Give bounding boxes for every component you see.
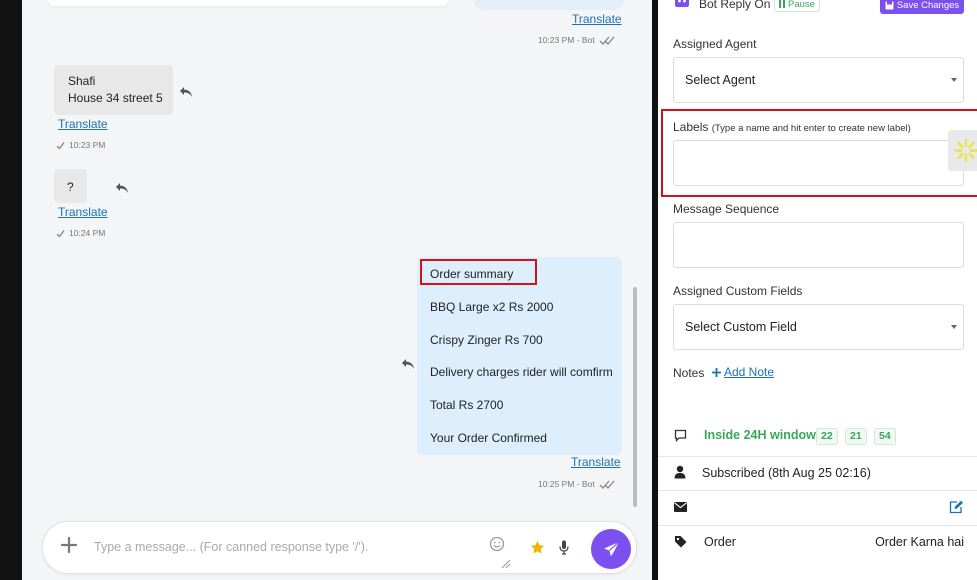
incoming-message-bubble: Shafi House 34 street 5	[54, 65, 173, 115]
send-icon	[603, 541, 619, 556]
previous-outgoing-bubble-edge	[474, 0, 624, 10]
divider	[658, 456, 977, 457]
message-input[interactable]: Type a message... (For canned response t…	[94, 540, 368, 554]
assigned-agent-value: Select Agent	[685, 73, 756, 87]
chat-scrollbar[interactable]	[633, 287, 637, 507]
message-line: House 34 street 5	[68, 91, 163, 105]
order-field-value: Order Karna hai	[875, 535, 964, 549]
tag-icon	[675, 536, 687, 548]
reply-icon[interactable]	[115, 182, 129, 194]
message-time: 10:24 PM	[69, 228, 106, 238]
order-field-label: Order	[704, 535, 736, 549]
star-icon[interactable]	[530, 540, 545, 555]
side-widget-tab[interactable]	[948, 130, 977, 171]
divider	[658, 490, 977, 491]
message-line: BBQ Large x2 Rs 2000	[430, 300, 554, 314]
send-button[interactable]	[591, 529, 631, 569]
add-note-link[interactable]: Add Note	[711, 365, 774, 379]
translate-link[interactable]: Translate	[571, 455, 621, 469]
message-time: 10:25 PM - Bot	[538, 479, 595, 489]
divider	[658, 525, 977, 526]
check-icon	[56, 141, 65, 149]
save-changes-button[interactable]: Save Changes	[880, 0, 964, 14]
save-changes-label: Save Changes	[896, 0, 960, 11]
subscribed-status: Subscribed (8th Aug 25 02:16)	[702, 466, 871, 480]
count-badge: 22	[816, 428, 838, 445]
custom-field-value: Select Custom Field	[685, 320, 797, 334]
dropdown-caret-icon	[951, 325, 957, 329]
microphone-icon[interactable]	[559, 540, 569, 555]
envelope-icon	[674, 502, 687, 512]
message-meta: 10:24 PM	[56, 228, 105, 238]
previous-message-edge	[48, 0, 448, 6]
outgoing-message-bubble: Order summary BBQ Large x2 Rs 2000 Crisp…	[417, 257, 622, 455]
chat-area: Translate 10:23 PM - Bot Shafi House 34 …	[22, 0, 652, 580]
message-line: Total Rs 2700	[430, 398, 504, 412]
message-line: Order summary	[430, 267, 514, 281]
contact-details-panel: Bot Reply On Pause Save Changes Assigned…	[658, 0, 977, 580]
message-composer: Type a message... (For canned response t…	[42, 521, 637, 574]
check-icon	[56, 229, 65, 237]
translate-link[interactable]: Translate	[572, 12, 622, 26]
message-line: Your Order Confirmed	[430, 431, 547, 445]
incoming-message-bubble: ?	[54, 169, 87, 203]
bot-icon	[675, 0, 689, 7]
message-sequence-label: Message Sequence	[673, 202, 780, 216]
emoji-icon[interactable]	[489, 536, 505, 552]
notes-label: Notes	[673, 366, 705, 380]
user-icon	[674, 465, 686, 479]
save-icon	[885, 1, 894, 9]
edit-icon[interactable]	[949, 500, 964, 514]
labels-input[interactable]	[673, 140, 964, 186]
message-meta: 10:23 PM	[56, 140, 105, 150]
message-meta: 10:25 PM - Bot	[538, 479, 616, 489]
assigned-agent-label: Assigned Agent	[673, 37, 757, 51]
message-text: ?	[67, 180, 74, 194]
message-sequence-input[interactable]	[673, 222, 964, 268]
reply-icon[interactable]	[179, 86, 193, 98]
double-check-icon	[599, 480, 615, 489]
pause-button[interactable]: Pause	[774, 0, 820, 12]
message-meta: 10:23 PM - Bot	[538, 35, 616, 45]
sunburst-icon	[954, 138, 977, 163]
count-badge: 54	[874, 428, 896, 445]
pause-label: Pause	[788, 0, 815, 10]
resize-grip-icon[interactable]	[501, 559, 511, 569]
pause-icon	[779, 0, 785, 8]
labels-title: Labels	[673, 120, 709, 134]
double-check-icon	[599, 36, 615, 45]
message-time: 10:23 PM - Bot	[538, 35, 595, 45]
bot-reply-status: Bot Reply On	[699, 0, 771, 11]
dropdown-caret-icon	[951, 78, 957, 82]
custom-fields-label: Assigned Custom Fields	[673, 284, 803, 298]
message-line: Crispy Zinger Rs 700	[430, 333, 543, 347]
custom-field-select[interactable]: Select Custom Field	[673, 304, 964, 350]
translate-link[interactable]: Translate	[58, 117, 108, 131]
plus-icon[interactable]	[60, 536, 78, 554]
reply-icon[interactable]	[401, 358, 415, 370]
message-line: Shafi	[68, 74, 96, 88]
plus-icon	[712, 367, 721, 377]
window-status: Inside 24H window	[704, 428, 816, 442]
count-badge: 21	[845, 428, 867, 445]
assigned-agent-select[interactable]: Select Agent	[673, 57, 964, 103]
translate-link[interactable]: Translate	[58, 205, 108, 219]
add-note-label: Add Note	[724, 365, 775, 379]
message-time: 10:23 PM	[69, 140, 106, 150]
chat-bubble-icon	[674, 429, 687, 442]
message-line: Delivery charges rider will comfirm	[430, 365, 613, 379]
labels-label: Labels (Type a name and hit enter to cre…	[673, 120, 911, 134]
labels-hint: (Type a name and hit enter to create new…	[711, 123, 911, 134]
